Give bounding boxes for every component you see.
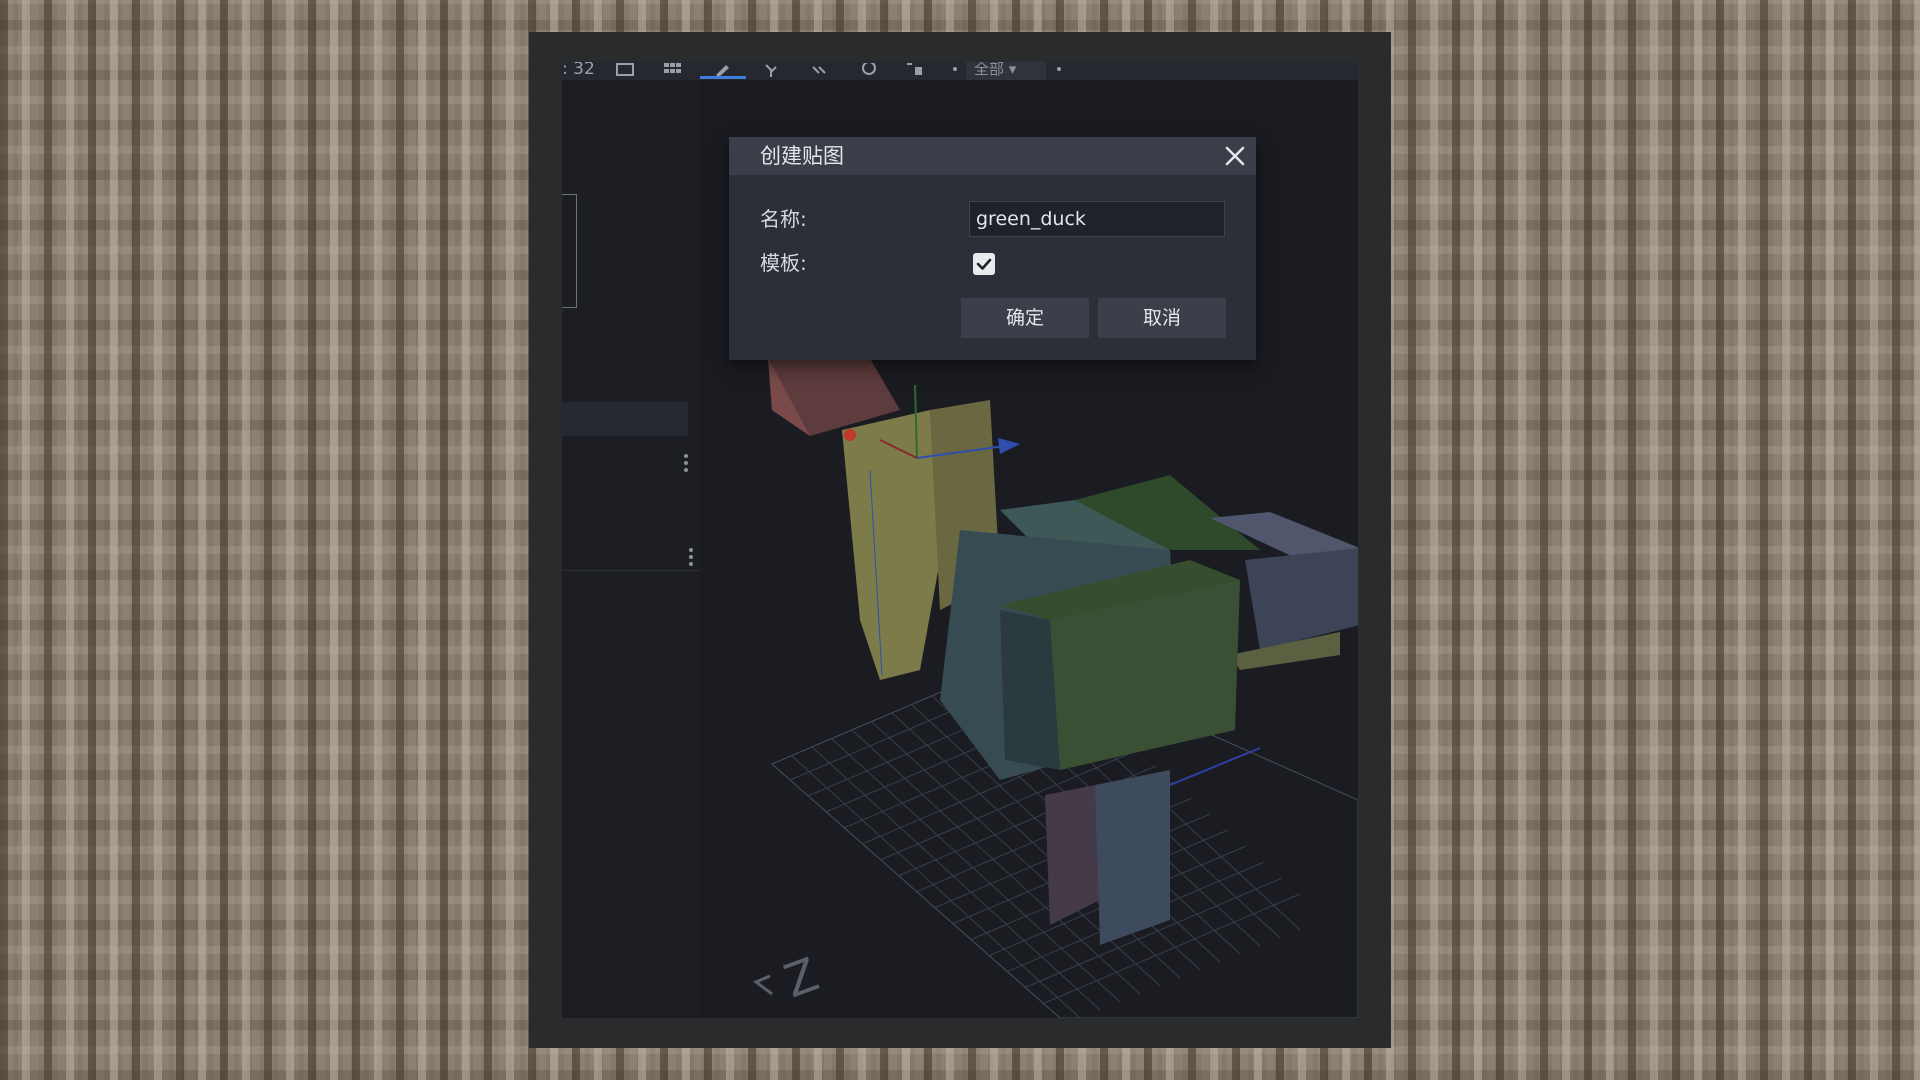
dialog-header: 创建贴图	[729, 137, 1256, 175]
tail-side	[1245, 548, 1358, 650]
dot-icon	[952, 62, 958, 76]
z-axis-line	[1169, 747, 1261, 786]
toolbar: : 32 全部 ▾	[562, 62, 1358, 80]
z-axis-label: Z	[777, 947, 825, 1009]
picker-icon[interactable]	[810, 62, 828, 76]
brush-icon[interactable]	[714, 62, 732, 77]
gizmo-arrow-icon[interactable]	[998, 438, 1020, 454]
pivot-point	[844, 429, 856, 441]
target-icon[interactable]	[860, 62, 878, 76]
panel-handle-icon-2[interactable]	[689, 548, 693, 570]
view-mode-label: 全部	[974, 62, 1005, 78]
cancel-button[interactable]: 取消	[1098, 298, 1226, 338]
sidebar-row[interactable]	[562, 402, 688, 436]
view-mode-select[interactable]: 全部 ▾	[966, 62, 1046, 80]
template-label: 模板:	[760, 251, 807, 275]
lock-icon[interactable]	[906, 62, 924, 76]
sidebar	[562, 80, 700, 1018]
name-label: 名称:	[760, 207, 807, 231]
sidebar-divider	[562, 570, 700, 571]
more-dot-icon[interactable]	[1056, 62, 1062, 76]
confirm-button[interactable]: 确定	[961, 298, 1089, 338]
create-texture-dialog: 创建贴图 名称: 模板: 确定 取消	[729, 137, 1256, 360]
leg-front	[1095, 770, 1170, 945]
size-value: 32	[573, 62, 595, 79]
square-icon[interactable]	[616, 62, 634, 76]
checkmark-icon	[976, 258, 992, 270]
size-readout: : 32	[562, 62, 595, 80]
neck-front	[842, 410, 940, 680]
texture-slot[interactable]	[562, 194, 577, 308]
active-tool-indicator	[700, 76, 746, 79]
leg-back	[1045, 785, 1100, 925]
dialog-title: 创建贴图	[760, 144, 844, 168]
close-icon[interactable]	[1220, 141, 1250, 171]
template-checkbox[interactable]	[973, 253, 995, 275]
panel-handle-icon[interactable]	[684, 454, 688, 476]
name-input[interactable]	[969, 201, 1225, 237]
z-axis-arrow-icon	[753, 974, 773, 996]
fill-icon[interactable]	[762, 62, 780, 77]
grid-icon[interactable]	[664, 62, 682, 76]
